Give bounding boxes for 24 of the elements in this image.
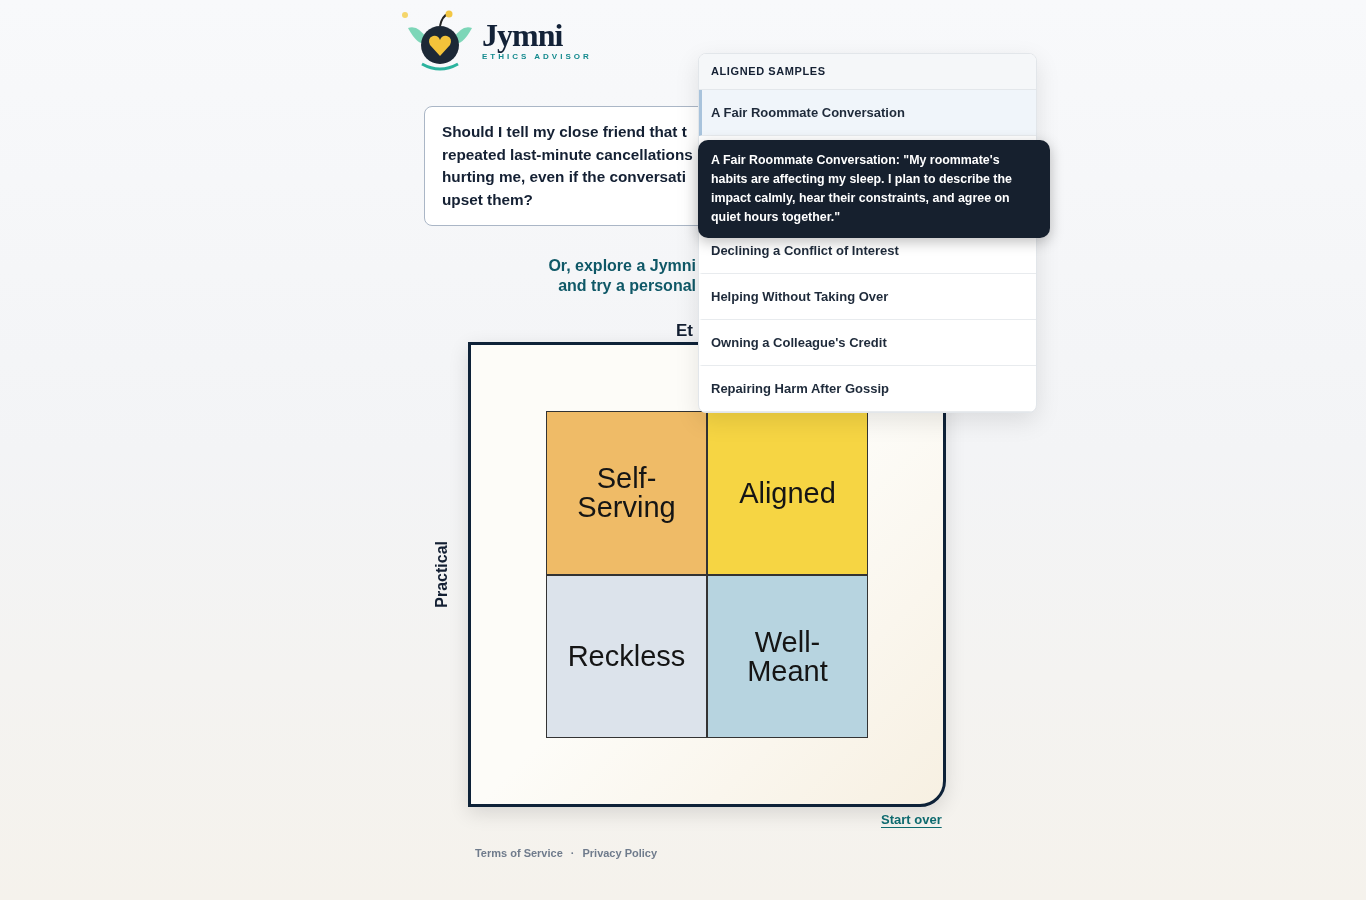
menu-item[interactable]: Repairing Harm After Gossip xyxy=(699,365,1036,412)
start-over-link[interactable]: Start over xyxy=(881,812,942,827)
brand-name: Jymni xyxy=(482,19,564,51)
question-text: upset them? xyxy=(442,189,533,210)
menu-item[interactable]: Helping Without Taking Over xyxy=(699,273,1036,320)
question-text: hurting me, even if the conversati xyxy=(442,167,686,187)
menu-item[interactable]: A Fair Roommate Conversation xyxy=(699,89,1036,136)
tooltip: A Fair Roommate Conversation: "My roommate's habits are affecting my sleep. I plan to describe the impact calmly, hear their constraints, and agree on quiet hours together." xyxy=(698,140,1050,238)
question-text: Should I tell my close friend that t xyxy=(442,122,687,142)
menu-item[interactable]: Owning a Colleague's Credit xyxy=(699,319,1036,366)
separator: · xyxy=(570,846,575,861)
footer-link[interactable]: Privacy Policy xyxy=(582,845,658,862)
quadrant: Self-Serving xyxy=(546,411,707,575)
tagline: ETHICS ADVISOR xyxy=(482,52,592,63)
axis-title: Et xyxy=(676,321,693,340)
quadrant: Well-Meant xyxy=(707,575,868,738)
question-text: repeated last-minute cancellations xyxy=(442,144,693,165)
quadrant: Reckless xyxy=(546,575,707,738)
axis-title: Practical xyxy=(432,541,451,608)
quadrant: Aligned xyxy=(707,411,868,575)
menu-header: ALIGNED SAMPLES xyxy=(699,54,1036,90)
explore-text: Or, explore a Jymni xyxy=(548,256,696,276)
explore-text: and try a personal xyxy=(558,276,696,296)
footer-link[interactable]: Terms of Service xyxy=(474,845,563,862)
